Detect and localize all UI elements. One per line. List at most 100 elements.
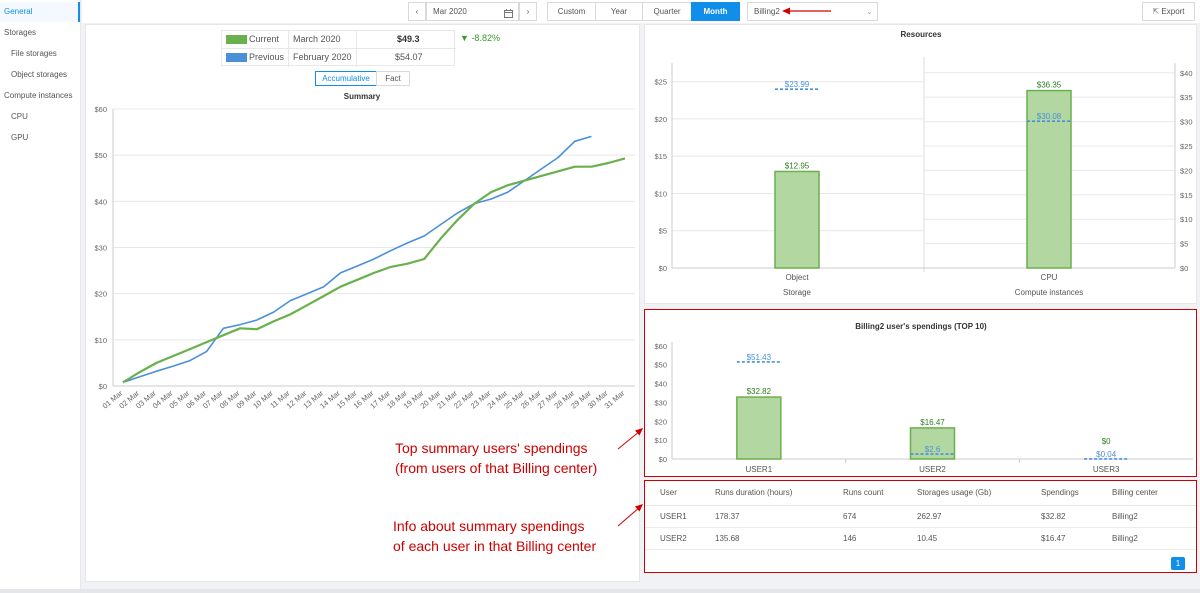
legend-row-previous: Previous February 2020 $54.07 [222, 49, 456, 67]
y-tick-label: $40 [94, 197, 107, 206]
bar-label-previous: $51.43 [747, 353, 772, 362]
table-cell: $16.47 [1026, 527, 1097, 550]
table-cell: 135.68 [700, 527, 828, 550]
tab-custom[interactable]: Custom [547, 2, 596, 21]
prev-period-button[interactable]: ‹ [408, 2, 426, 21]
tab-month[interactable]: Month [691, 2, 740, 21]
previous-swatch [226, 53, 247, 62]
sidebar-item-storages[interactable]: Storages [0, 23, 80, 43]
bar-label-current: $16.47 [920, 418, 945, 427]
column-header[interactable]: Runs count [828, 481, 902, 506]
y-tick-label: $0 [99, 382, 107, 391]
legend-row-current: Current March 2020 $49.3 [222, 31, 456, 49]
sidebar-item-compute-instances[interactable]: Compute instances [0, 86, 80, 106]
table-cell: 674 [828, 505, 902, 528]
table-cell: 178.37 [700, 505, 828, 528]
y-tick-label: $30 [94, 244, 107, 253]
chart-title: Billing2 user's spendings (TOP 10) [855, 322, 987, 331]
export-label: Export [1161, 7, 1185, 16]
status-strip [0, 589, 1200, 593]
y-tick-label: $15 [1180, 191, 1193, 200]
column-header[interactable]: Spendings [1026, 481, 1097, 506]
y-tick-label: $30 [1180, 118, 1193, 127]
y-tick-label: $40 [1180, 69, 1193, 78]
y-tick-label: $20 [1180, 166, 1193, 175]
period-date-picker[interactable]: Mar 2020 [426, 2, 519, 21]
table-cell: 10.45 [902, 527, 1026, 550]
y-tick-label: $10 [94, 336, 107, 345]
annotation-arrows [617, 428, 643, 527]
change-indicator: ▼ -8.82% [460, 33, 500, 43]
summary-panel: Current March 2020 $49.3 Previous Februa… [85, 24, 640, 582]
table-cell: 262.97 [902, 505, 1026, 528]
series-line-previous [122, 135, 592, 384]
y-tick-label: $0 [659, 264, 667, 273]
column-header[interactable]: Storages usage (Gb) [902, 481, 1026, 506]
x-tick-label: USER1 [745, 465, 772, 474]
y-tick-label: $30 [654, 398, 667, 407]
bar-label-current: $36.35 [1037, 81, 1062, 90]
next-period-button[interactable]: › [519, 2, 537, 21]
chart-title: Summary [344, 92, 381, 101]
legend-current-value: $49.3 [397, 34, 420, 44]
users-table: User Runs duration (hours) Runs count St… [645, 481, 1196, 550]
y-tick-label: $0 [659, 455, 667, 464]
column-header[interactable]: User [645, 481, 700, 506]
legend-previous-period: February 2020 [293, 52, 352, 62]
sidebar-item-file-storages[interactable]: File storages [0, 44, 80, 64]
export-button[interactable]: ⇱ Export [1142, 2, 1195, 21]
y-tick-label: $0 [1180, 264, 1188, 273]
chart-title: Resources [901, 30, 942, 39]
y-tick-label: $20 [654, 115, 667, 124]
group-label: Compute instances [1015, 288, 1083, 297]
period-date-value: Mar 2020 [433, 7, 467, 16]
tab-year[interactable]: Year [595, 2, 643, 21]
resources-chart: Resources $0 $5 $10 $15 $20 $25 $12.95 $23.99 Obj… [654, 30, 1193, 297]
users-table-panel: User Runs duration (hours) Runs count St… [644, 480, 1197, 573]
billing-center-value: Billing2 [754, 7, 780, 16]
bar-label-previous: $30.08 [1037, 112, 1062, 121]
legend-current-label: Current [249, 34, 280, 44]
resources-panel: Resources $0 $5 $10 $15 $20 $25 $12.95 $23.99 Obj… [644, 24, 1197, 304]
sidebar-item-object-storages[interactable]: Object storages [0, 65, 80, 85]
y-tick-label: $10 [654, 436, 667, 445]
tab-quarter[interactable]: Quarter [642, 2, 692, 21]
sidebar-item-general[interactable]: General [0, 2, 80, 22]
column-header[interactable]: Billing center [1097, 481, 1196, 506]
bar-label-current: $0 [1102, 437, 1111, 446]
chevron-down-icon: ⌄ [866, 7, 873, 16]
pagination-page-button[interactable]: 1 [1171, 557, 1185, 570]
y-tick-label: $10 [654, 189, 667, 198]
table-cell: Billing2 [1097, 505, 1196, 528]
annotation-line: Info about summary spendings [393, 518, 585, 534]
y-tick-label: $60 [654, 342, 667, 351]
table-cell: Billing2 [1097, 527, 1196, 550]
y-tick-label: $50 [654, 361, 667, 370]
tab-accumulative[interactable]: Accumulative [315, 71, 377, 86]
summary-legend: Current March 2020 $49.3 Previous Februa… [221, 30, 456, 67]
table-cell: 146 [828, 527, 902, 550]
table-row[interactable]: USER2 135.68 146 10.45 $16.47 Billing2 [645, 527, 1196, 550]
y-tick-label: $25 [1180, 142, 1193, 151]
y-tick-label: $25 [654, 78, 667, 87]
sidebar-item-cpu[interactable]: CPU [0, 107, 80, 127]
y-tick-label: $20 [94, 290, 107, 299]
export-icon: ⇱ [1152, 7, 1160, 16]
top-users-chart: Billing2 user's spendings (TOP 10) $0 $10 $… [654, 322, 1193, 474]
column-header[interactable]: Runs duration (hours) [700, 481, 828, 506]
tab-fact[interactable]: Fact [376, 71, 410, 86]
y-tick-label: $5 [659, 227, 667, 236]
top-users-panel: Billing2 user's spendings (TOP 10) $0 $10 $… [644, 309, 1197, 477]
legend-divider [288, 31, 289, 67]
calendar-icon [504, 7, 513, 24]
sidebar-item-gpu[interactable]: GPU [0, 128, 80, 148]
table-cell: USER2 [645, 527, 700, 550]
legend-current-period: March 2020 [293, 34, 341, 44]
table-row[interactable]: USER1 178.37 674 262.97 $32.82 Billing2 [645, 505, 1196, 528]
y-tick-label: $15 [654, 152, 667, 161]
table-cell: $32.82 [1026, 505, 1097, 528]
legend-previous-label: Previous [249, 52, 285, 62]
triangle-down-icon: ▼ [460, 33, 469, 43]
x-tick-label: CPU [1041, 273, 1058, 282]
annotation-info-users: Info about summary spendings of each use… [393, 516, 623, 556]
